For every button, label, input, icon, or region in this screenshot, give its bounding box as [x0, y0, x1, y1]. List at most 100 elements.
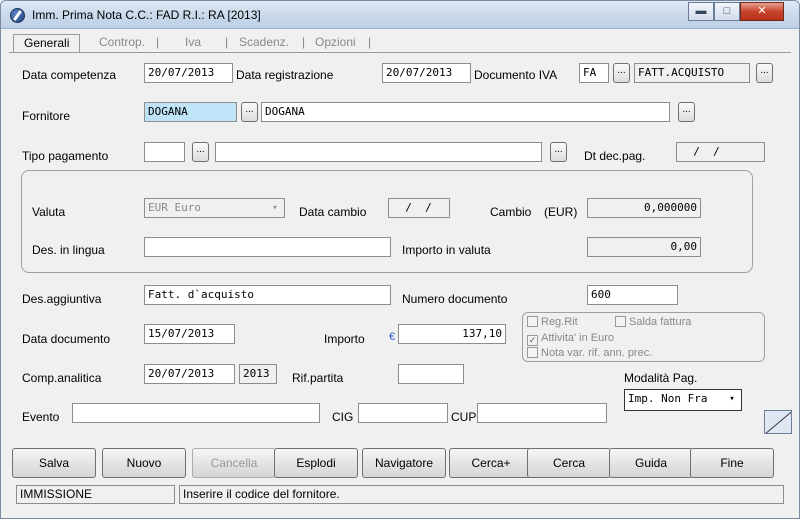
comp-analitica-field[interactable]: 20/07/2013 [144, 364, 235, 384]
data-documento-label: Data documento [22, 332, 111, 346]
documento-iva-lookup-button[interactable]: ... [613, 63, 630, 83]
des-aggiuntiva-field[interactable]: Fatt. d`acquisto [144, 285, 391, 305]
nota-var-label: Nota var. rif. ann. prec. [541, 347, 653, 359]
documento-iva-desc-field: FATT.ACQUISTO [634, 63, 750, 83]
documento-iva-label: Documento IVA [474, 68, 558, 82]
maximize-button[interactable]: □ [714, 2, 740, 21]
nota-var-checkbox: Nota var. rif. ann. prec. [527, 347, 652, 359]
rif-partita-label: Rif.partita [292, 371, 344, 385]
cambio-label: Cambio [490, 205, 532, 219]
tab-separator: | [156, 35, 160, 49]
data-cambio-field: / / [388, 198, 450, 218]
fornitore-lookup-button[interactable]: ... [241, 102, 258, 122]
checkbox-icon [615, 316, 626, 327]
tab-controp[interactable]: Controp. [99, 34, 145, 52]
reg-rit-label: Reg.Rit [541, 316, 578, 328]
tab-divider [9, 52, 791, 53]
importo-valuta-field: 0,00 [587, 237, 701, 257]
checkbox-icon [527, 316, 538, 327]
tipo-pagamento-label: Tipo pagamento [22, 149, 109, 163]
importo-valuta-label: Importo in valuta [402, 243, 491, 257]
rif-partita-field[interactable] [398, 364, 464, 384]
documento-iva-code-field[interactable]: FA [579, 63, 609, 83]
cerca-button[interactable]: Cerca [527, 448, 611, 478]
data-registrazione-field[interactable]: 20/07/2013 [382, 63, 471, 83]
checkbox-checked-icon: ✓ [527, 335, 538, 346]
main-window: Imm. Prima Nota C.C.: FAD R.I.: RA [2013… [0, 0, 800, 519]
euro-icon: € [389, 331, 396, 343]
tab-generali[interactable]: Generali [13, 34, 81, 52]
resize-grip-icon[interactable] [764, 410, 792, 434]
evento-field[interactable] [72, 403, 320, 423]
tab-separator: | [368, 35, 372, 49]
app-icon [10, 8, 25, 23]
modalita-pag-label: Modalità Pag. [624, 371, 698, 385]
tab-iva[interactable]: Iva [185, 34, 201, 52]
fornitore-desc-lookup-button[interactable]: ... [678, 102, 695, 122]
reg-rit-checkbox: Reg.Rit [527, 316, 578, 328]
title-bar: Imm. Prima Nota C.C.: FAD R.I.: RA [2013… [1, 1, 799, 29]
data-competenza-label: Data competenza [22, 68, 117, 82]
modalita-pag-value: Imp. Non Fra [628, 392, 708, 405]
data-documento-field[interactable]: 15/07/2013 [144, 324, 235, 344]
navigatore-button[interactable]: Navigatore [362, 448, 446, 478]
cup-label: CUP [451, 410, 477, 424]
checkbox-icon [527, 347, 538, 358]
fornitore-desc-field[interactable]: DOGANA [261, 102, 670, 122]
attivita-euro-label: Attivita' in Euro [541, 332, 615, 344]
cancella-button[interactable]: Cancella [192, 448, 276, 478]
fornitore-code-field[interactable]: DOGANA [144, 102, 237, 122]
data-competenza-field[interactable]: 20/07/2013 [144, 63, 233, 83]
tab-scadenz[interactable]: Scadenz. [239, 34, 289, 52]
documento-iva-desc-lookup-button[interactable]: ... [756, 63, 773, 83]
cambio-field: 0,000000 [587, 198, 701, 218]
status-mode: IMMISSIONE [16, 485, 175, 504]
cerca-plus-button[interactable]: Cerca+ [449, 448, 533, 478]
numero-documento-label: Numero documento [402, 292, 508, 306]
fine-button[interactable]: Fine [690, 448, 774, 478]
chevron-down-icon: ▾ [729, 394, 735, 404]
des-aggiuntiva-label: Des.aggiuntiva [22, 292, 102, 306]
numero-documento-field[interactable]: 600 [587, 285, 678, 305]
tipo-pagamento-lookup-button[interactable]: ... [192, 142, 209, 162]
chevron-down-icon: ▾ [272, 203, 278, 213]
tab-opzioni[interactable]: Opzioni [315, 34, 356, 52]
evento-label: Evento [22, 410, 60, 424]
dt-dec-pag-field: / / [676, 142, 765, 162]
status-message: Inserire il codice del fornitore. [179, 485, 784, 504]
cig-field[interactable] [358, 403, 448, 423]
tipo-pagamento-desc-lookup-button[interactable]: ... [550, 142, 567, 162]
des-lingua-label: Des. in lingua [32, 243, 105, 257]
data-registrazione-label: Data registrazione [236, 68, 334, 82]
valuta-group [21, 170, 753, 273]
fornitore-label: Fornitore [22, 109, 71, 123]
window-title: Imm. Prima Nota C.C.: FAD R.I.: RA [2013… [32, 8, 261, 22]
guida-button[interactable]: Guida [609, 448, 693, 478]
close-button[interactable]: ✕ [740, 2, 784, 21]
comp-analitica-year-field: 2013 [239, 364, 277, 384]
cup-field[interactable] [477, 403, 607, 423]
nuovo-button[interactable]: Nuovo [102, 448, 186, 478]
salda-fattura-checkbox: Salda fattura [615, 316, 691, 328]
valuta-select: EUR Euro ▾ [144, 198, 285, 218]
valuta-label: Valuta [32, 205, 66, 219]
salda-fattura-label: Salda fattura [629, 316, 692, 328]
minimize-button[interactable]: ▬ [688, 2, 714, 21]
salva-button[interactable]: Salva [12, 448, 96, 478]
dt-dec-pag-label: Dt dec.pag. [584, 149, 646, 163]
esplodi-button[interactable]: Esplodi [274, 448, 358, 478]
attivita-euro-checkbox: ✓ Attivita' in Euro [527, 332, 614, 346]
comp-analitica-label: Comp.analitica [22, 371, 102, 385]
modalita-pag-select[interactable]: Imp. Non Fra ▾ [624, 389, 742, 411]
tab-separator: | [302, 35, 306, 49]
cig-label: CIG [332, 410, 354, 424]
tipo-pagamento-code-field[interactable] [144, 142, 185, 162]
des-lingua-field[interactable] [144, 237, 391, 257]
data-cambio-label: Data cambio [299, 205, 367, 219]
importo-field[interactable]: 137,10 [398, 324, 506, 344]
importo-label: Importo [324, 332, 365, 346]
tipo-pagamento-desc-field[interactable] [215, 142, 542, 162]
cambio-unit-label: (EUR) [544, 205, 578, 219]
tab-separator: | [225, 35, 229, 49]
valuta-value: EUR Euro [148, 201, 201, 214]
